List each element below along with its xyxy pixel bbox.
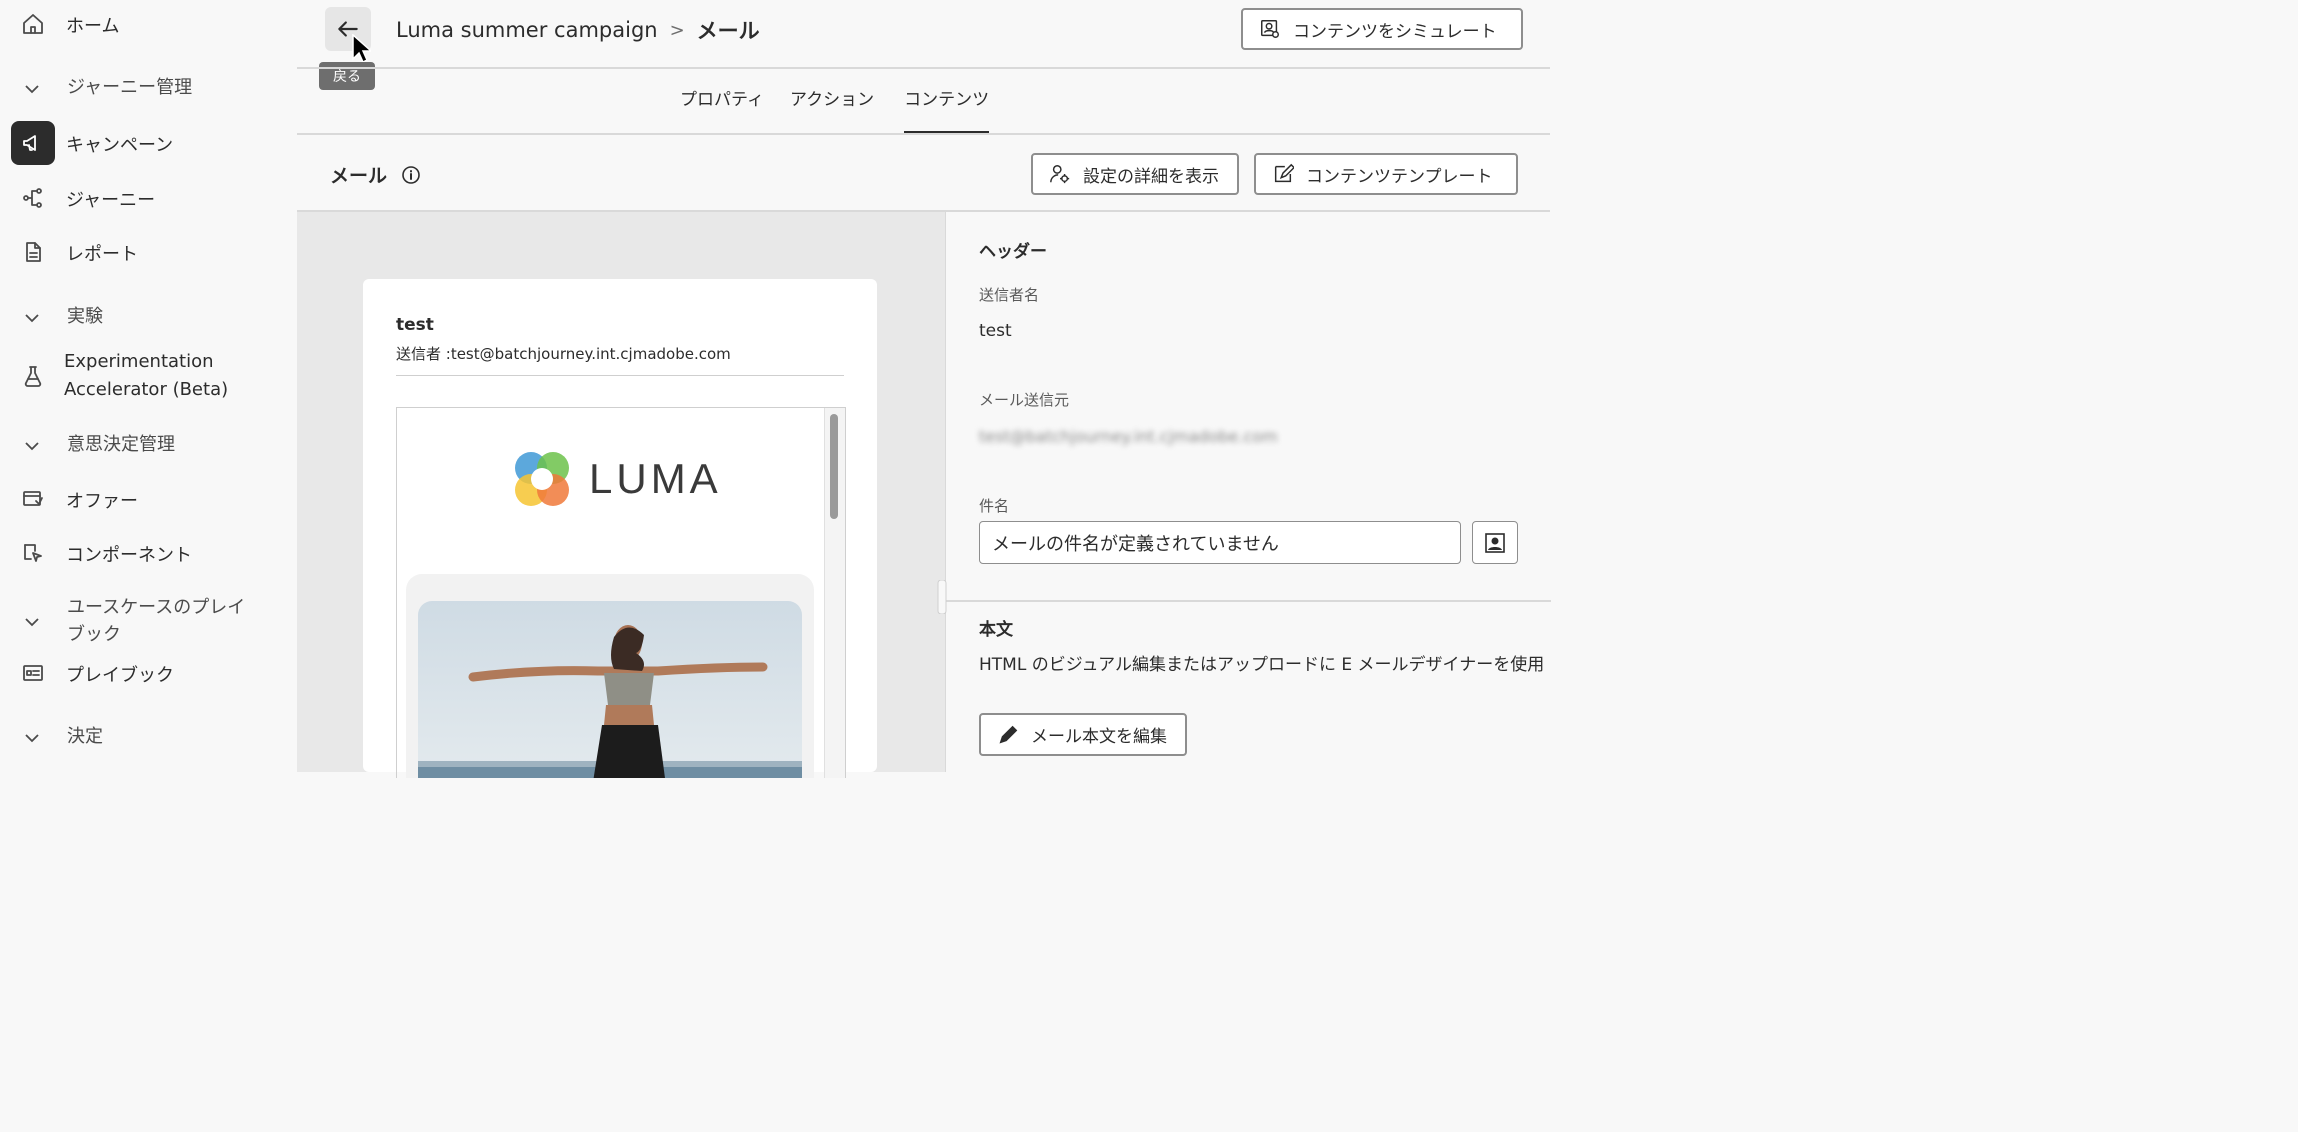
preview-sender-name: test bbox=[396, 315, 434, 335]
main-content: 戻る Luma summer campaign > メール コンテンツをシミュレ… bbox=[297, 0, 1569, 778]
personalization-button[interactable] bbox=[1472, 521, 1518, 564]
preview-divider bbox=[396, 375, 844, 376]
sidebar-section-label: ジャーニー管理 bbox=[67, 77, 193, 98]
edit-email-body-button[interactable]: メール本文を編集 bbox=[979, 713, 1187, 756]
tab-bar: プロパティ アクション コンテンツ bbox=[680, 85, 990, 134]
sidebar-item-label: プレイブック bbox=[66, 665, 174, 686]
edit-email-body-label: メール本文を編集 bbox=[1031, 727, 1167, 747]
edit-template-icon bbox=[1274, 163, 1294, 183]
sidebar-item-reports[interactable]: レポート bbox=[0, 237, 297, 267]
pencil-icon bbox=[999, 725, 1018, 743]
sidebar-item-offers[interactable]: オファー bbox=[0, 484, 297, 514]
sender-name-label: 送信者名 bbox=[979, 286, 1040, 304]
tabs-divider bbox=[297, 133, 1550, 135]
sidebar-section-use-case-playbooks[interactable]: ユースケースのプレイ ブック bbox=[0, 594, 297, 650]
sidebar-item-label: ホーム bbox=[66, 16, 120, 37]
email-from-label: メール送信元 bbox=[979, 391, 1070, 409]
sidebar-section-label: 決定 bbox=[67, 726, 103, 747]
chevron-down-icon bbox=[22, 436, 42, 456]
sidebar-item-playbooks[interactable]: プレイブック bbox=[0, 658, 297, 688]
breadcrumb-parent[interactable]: Luma summer campaign bbox=[396, 18, 658, 42]
page-title: メール bbox=[330, 165, 388, 187]
personalization-icon bbox=[1485, 532, 1505, 553]
view-settings-details-button[interactable]: 設定の詳細を表示 bbox=[1031, 153, 1239, 195]
scrollbar-thumb[interactable] bbox=[830, 414, 838, 519]
simulate-icon bbox=[1261, 20, 1279, 38]
tab-properties[interactable]: プロパティ bbox=[680, 85, 764, 130]
luma-logo-icon bbox=[515, 452, 569, 506]
section-title: メール bbox=[330, 161, 421, 188]
tab-actions[interactable]: アクション bbox=[790, 85, 874, 130]
subject-label: 件名 bbox=[979, 497, 1010, 515]
email-settings-panel: ヘッダー 送信者名 test メール送信元 test@batchjourney.… bbox=[945, 212, 1569, 772]
luma-logo-text: LUMA bbox=[589, 455, 722, 502]
sidebar-item-label: コンポーネント bbox=[66, 545, 192, 566]
email-body-frame[interactable]: LUMA bbox=[396, 407, 846, 778]
sidebar-item-label: レポート bbox=[66, 244, 138, 265]
sidebar-item-campaigns[interactable]: キャンペーン bbox=[0, 121, 297, 165]
subject-field[interactable]: メールの件名が定義されていません bbox=[979, 521, 1461, 564]
sidebar-item-components[interactable]: コンポーネント bbox=[0, 538, 297, 568]
view-settings-details-label: 設定の詳細を表示 bbox=[1083, 166, 1219, 187]
sidebar-item-label: オファー bbox=[66, 491, 138, 512]
simulate-content-label: コンテンツをシミュレート bbox=[1293, 21, 1497, 42]
chevron-down-icon bbox=[22, 728, 42, 748]
panel-divider bbox=[946, 600, 1551, 602]
mouse-cursor-icon bbox=[352, 34, 371, 64]
report-icon bbox=[19, 238, 47, 266]
header-section-heading: ヘッダー bbox=[979, 242, 1047, 262]
breadcrumb-separator: > bbox=[669, 19, 685, 41]
chevron-down-icon bbox=[22, 308, 42, 328]
flask-icon bbox=[19, 362, 47, 390]
sidebar-item-experimentation-accelerator[interactable]: Experimentation Accelerator (Beta) bbox=[0, 348, 297, 404]
sidebar-section-journey-management[interactable]: ジャーニー管理 bbox=[0, 74, 297, 104]
content-template-label: コンテンツテンプレート bbox=[1306, 166, 1493, 187]
sidebar-section-decisions[interactable]: 決定 bbox=[0, 723, 297, 753]
resize-handle[interactable] bbox=[937, 580, 947, 614]
sidebar-item-home[interactable]: ホーム bbox=[0, 9, 297, 39]
breadcrumb-current: メール bbox=[696, 19, 760, 43]
email-preview-card: test 送信者 :test@batchjourney.int.cjmadobe… bbox=[363, 279, 877, 778]
user-settings-icon bbox=[1050, 165, 1070, 184]
content-template-button[interactable]: コンテンツテンプレート bbox=[1254, 153, 1518, 195]
sidebar-section-label: ユースケースのプレイ ブック bbox=[67, 597, 246, 645]
sidebar-item-label: キャンペーン bbox=[66, 135, 174, 156]
sidebar-item-label: ジャーニー bbox=[66, 190, 156, 211]
breadcrumb: Luma summer campaign > メール bbox=[396, 15, 760, 45]
sidebar-section-label: 意思決定管理 bbox=[67, 434, 175, 455]
header-divider bbox=[297, 67, 1550, 69]
offer-icon bbox=[19, 485, 47, 513]
chevron-down-icon bbox=[22, 612, 42, 632]
sidebar-section-label: 実験 bbox=[67, 306, 103, 327]
sidebar-item-journeys[interactable]: ジャーニー bbox=[0, 183, 297, 213]
tab-content[interactable]: コンテンツ bbox=[904, 85, 990, 134]
sender-name-value: test bbox=[979, 321, 1012, 341]
journey-icon bbox=[19, 184, 47, 212]
chevron-down-icon bbox=[22, 79, 42, 99]
megaphone-icon bbox=[11, 121, 55, 165]
home-icon bbox=[19, 10, 47, 38]
sidebar-section-decision-management[interactable]: 意思決定管理 bbox=[0, 431, 297, 461]
body-section-heading: 本文 bbox=[979, 620, 1013, 640]
preview-scrollbar[interactable] bbox=[824, 408, 845, 778]
playbook-icon bbox=[19, 659, 47, 687]
simulate-content-button[interactable]: コンテンツをシミュレート bbox=[1241, 8, 1523, 50]
luma-logo: LUMA bbox=[511, 448, 722, 510]
hero-image bbox=[418, 601, 802, 778]
sidebar-section-experiments[interactable]: 実験 bbox=[0, 303, 297, 333]
email-from-value: test@batchjourney.int.cjmadobe.com bbox=[979, 427, 1278, 446]
body-description: HTML のビジュアル編集またはアップロードに E メールデザイナーを使用 bbox=[979, 655, 1545, 675]
info-icon[interactable] bbox=[401, 165, 421, 185]
sidebar: ホーム ジャーニー管理 キャンペーン ジャーニー レポート 実験 Experim… bbox=[0, 0, 297, 772]
sidebar-item-label: Experimentation Accelerator (Beta) bbox=[64, 351, 229, 400]
component-icon bbox=[19, 539, 47, 567]
preview-sender-address: 送信者 :test@batchjourney.int.cjmadobe.com bbox=[396, 345, 731, 363]
